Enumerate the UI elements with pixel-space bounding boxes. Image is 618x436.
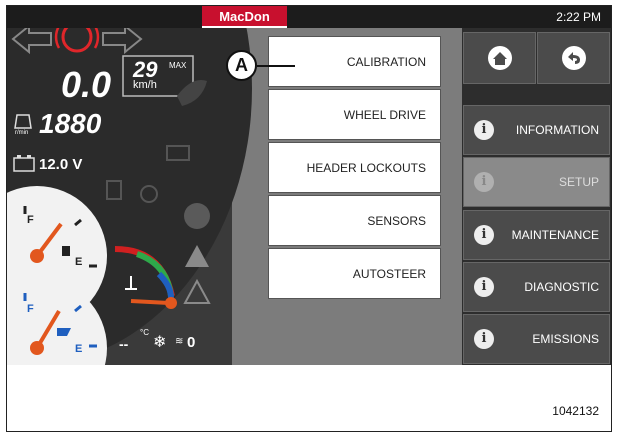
maintenance-button[interactable]: i MAINTENANCE	[463, 210, 610, 260]
fan-level-value: 0	[187, 334, 196, 351]
fuel-empty-label: E	[75, 256, 83, 268]
calibration-button[interactable]: CALIBRATION	[268, 36, 441, 87]
brand-logo: MacDon	[202, 6, 287, 28]
regen-icon	[140, 185, 158, 203]
engine-rpm-value: 1880	[39, 108, 102, 139]
battery-voltage: 12.0 V	[39, 156, 83, 173]
information-label: INFORMATION	[515, 123, 599, 137]
maintenance-label: MAINTENANCE	[511, 228, 599, 242]
info-icon: i	[474, 277, 494, 297]
home-button[interactable]	[463, 32, 536, 84]
emissions-button[interactable]: i EMISSIONS	[463, 314, 610, 364]
setup-label: SETUP	[558, 175, 599, 189]
callout-leader-line	[257, 65, 295, 67]
coolant-temp-icon	[125, 276, 137, 290]
hvac-temp-value: --	[119, 336, 129, 352]
information-button[interactable]: i INFORMATION	[463, 105, 610, 155]
figure-frame: 0.0 29 MAX km/h r/min 1880 12.0 V F E F …	[6, 5, 612, 432]
hvac-temp-unit: °C	[140, 328, 149, 337]
home-icon	[487, 46, 512, 70]
fuel-full-label: F	[27, 214, 34, 226]
emissions-label: EMISSIONS	[532, 332, 599, 346]
back-button[interactable]	[537, 32, 610, 84]
back-icon	[561, 46, 586, 70]
cluster-graphics	[7, 21, 211, 365]
max-label: MAX	[169, 61, 187, 70]
eco-leaf-icon	[177, 80, 207, 106]
display-screen: 0.0 29 MAX km/h r/min 1880 12.0 V F E F …	[7, 6, 611, 365]
tools-icon	[184, 203, 210, 229]
info-icon: i	[474, 120, 494, 140]
fuel-pump-icon	[62, 246, 70, 256]
header-lockouts-button[interactable]: HEADER LOCKOUTS	[268, 142, 441, 193]
sensors-button[interactable]: SENSORS	[268, 195, 441, 246]
setup-button[interactable]: i SETUP	[463, 157, 610, 207]
caution-icon	[183, 278, 211, 304]
rpm-icon	[14, 114, 32, 129]
fan-icon: ❄	[153, 334, 167, 351]
clock: 2:22 PM	[556, 10, 601, 24]
def-empty-label: E	[75, 343, 83, 355]
fan-speed-icon: ≋	[175, 336, 184, 347]
setup-menu: CALIBRATION WHEEL DRIVE HEADER LOCKOUTS …	[268, 36, 441, 301]
figure-number: 1042132	[552, 404, 599, 418]
turn-right-icon	[102, 23, 143, 55]
filter-icon	[166, 145, 190, 161]
callout-marker: A	[226, 50, 257, 81]
exhaust-icon	[106, 180, 122, 200]
battery-icon	[13, 157, 35, 172]
status-bar: MacDon 2:22 PM	[7, 6, 611, 28]
def-full-label: F	[27, 303, 34, 315]
diagnostic-label: DIAGNOSTIC	[524, 280, 599, 294]
warning-icon	[185, 245, 209, 267]
speed-unit: km/h	[133, 79, 157, 91]
wheel-drive-button[interactable]: WHEEL DRIVE	[268, 89, 441, 140]
ground-speed-value: 0.0	[61, 64, 112, 105]
turn-left-icon	[11, 23, 52, 55]
info-icon: i	[474, 172, 494, 192]
side-nav: i INFORMATION i SETUP i MAINTENANCE i DI…	[462, 28, 611, 365]
coolant-gauge	[114, 246, 177, 309]
rpm-unit: r/min	[15, 130, 29, 136]
diagnostic-button[interactable]: i DIAGNOSTIC	[463, 262, 610, 312]
info-icon: i	[474, 225, 494, 245]
autosteer-button[interactable]: AUTOSTEER	[268, 248, 441, 299]
info-icon: i	[474, 329, 494, 349]
